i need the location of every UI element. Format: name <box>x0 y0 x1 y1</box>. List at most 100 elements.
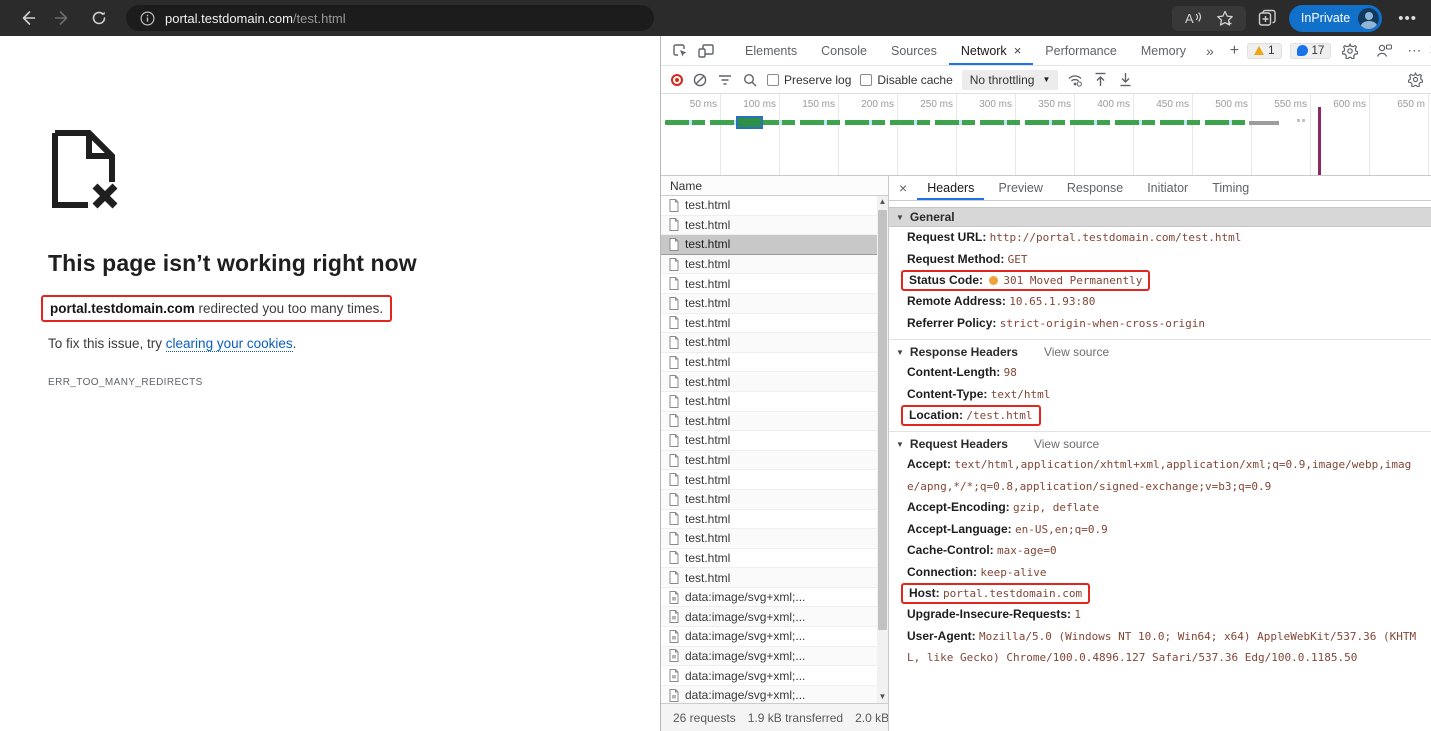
more-tabs-button[interactable]: » <box>1198 43 1222 59</box>
devtools-settings-button[interactable] <box>1339 41 1361 61</box>
scroll-down-icon[interactable]: ▼ <box>877 691 888 703</box>
request-row[interactable]: test.html <box>661 353 888 373</box>
network-settings-button[interactable] <box>1407 72 1423 88</box>
collapse-triangle-icon[interactable]: ▼ <box>896 213 904 222</box>
document-file-icon <box>669 258 679 271</box>
timeline-tick-label: 250 ms <box>898 99 953 110</box>
fix-suggestion: To fix this issue, try clearing your coo… <box>48 336 660 351</box>
tab-sources[interactable]: Sources <box>879 36 949 65</box>
refresh-button[interactable] <box>86 5 112 31</box>
favorites-icon[interactable] <box>1216 10 1234 27</box>
request-row[interactable]: test.html <box>661 196 888 216</box>
tab-memory[interactable]: Memory <box>1129 36 1198 65</box>
request-row[interactable]: data:image/svg+xml;... <box>661 647 888 667</box>
tab-network[interactable]: Network× <box>949 36 1033 65</box>
request-row[interactable]: test.html <box>661 372 888 392</box>
request-row[interactable]: test.html <box>661 529 888 549</box>
disable-cache-checkbox[interactable]: Disable cache <box>860 73 952 87</box>
devtools-more-button[interactable]: ⋯ <box>1407 42 1421 59</box>
detail-tab-preview[interactable]: Preview <box>988 176 1052 200</box>
read-aloud-icon[interactable]: A <box>1184 10 1202 26</box>
preserve-log-checkbox[interactable]: Preserve log <box>767 73 851 87</box>
import-har-button[interactable] <box>1092 72 1108 88</box>
request-row[interactable]: test.html <box>661 392 888 412</box>
request-row[interactable]: test.html <box>661 255 888 275</box>
request-row[interactable]: test.html <box>661 470 888 490</box>
section-header[interactable]: ▼Response HeadersView source <box>889 342 1431 362</box>
request-row[interactable]: test.html <box>661 274 888 294</box>
export-har-button[interactable] <box>1117 72 1133 88</box>
request-row[interactable]: data:image/svg+xml;... <box>661 627 888 647</box>
section-header[interactable]: ▼Request HeadersView source <box>889 434 1431 454</box>
close-tool-icon[interactable]: × <box>1014 43 1022 58</box>
request-row[interactable]: test.html <box>661 431 888 451</box>
view-source-link[interactable]: View source <box>1034 437 1099 451</box>
detail-tab-headers[interactable]: Headers <box>917 176 984 200</box>
request-row[interactable]: data:image/svg+xml;... <box>661 686 888 703</box>
inprivate-badge[interactable]: InPrivate <box>1289 5 1382 32</box>
scrollbar-thumb[interactable] <box>878 210 887 630</box>
browser-menu-button[interactable]: ••• <box>1394 10 1421 27</box>
add-tool-button[interactable]: + <box>1222 42 1247 60</box>
request-row[interactable]: test.html <box>661 333 888 353</box>
close-detail-button[interactable]: × <box>899 180 907 196</box>
warnings-badge[interactable]: 1 <box>1247 43 1281 59</box>
network-conditions-button[interactable] <box>1067 72 1083 88</box>
detail-tab-response[interactable]: Response <box>1057 176 1133 200</box>
request-row[interactable]: test.html <box>661 451 888 471</box>
request-row[interactable]: test.html <box>661 568 888 588</box>
timeline-minor-marks <box>1297 119 1307 122</box>
request-name: data:image/svg+xml;... <box>685 610 805 624</box>
tab-elements[interactable]: Elements <box>733 36 809 65</box>
request-row[interactable]: test.html <box>661 314 888 334</box>
error-domain: portal.testdomain.com <box>50 301 195 316</box>
throttling-dropdown[interactable]: No throttling▼ <box>962 70 1059 90</box>
network-overview-timeline[interactable]: 50 ms100 ms150 ms200 ms250 ms300 ms350 m… <box>661 94 1431 176</box>
document-file-icon <box>669 238 679 251</box>
header-key: Connection: <box>907 565 980 579</box>
header-value: 10.65.1.93:80 <box>1009 295 1095 308</box>
back-button[interactable] <box>14 5 40 31</box>
tab-performance[interactable]: Performance <box>1033 36 1129 65</box>
record-network-log-button[interactable] <box>671 74 683 86</box>
request-row[interactable]: test.html <box>661 216 888 236</box>
request-row[interactable]: data:image/svg+xml;... <box>661 666 888 686</box>
clear-network-log-button[interactable] <box>692 72 708 88</box>
filter-button[interactable] <box>717 72 733 88</box>
view-source-link[interactable]: View source <box>1044 345 1109 359</box>
inspect-element-button[interactable] <box>669 41 691 61</box>
scroll-up-icon[interactable]: ▲ <box>877 196 888 208</box>
name-column-header[interactable]: Name <box>661 176 888 196</box>
device-toolbar-button[interactable] <box>695 41 717 61</box>
request-row[interactable]: data:image/svg+xml;... <box>661 588 888 608</box>
section-header[interactable]: ▼General <box>889 207 1431 227</box>
request-row[interactable]: test.html <box>661 235 888 255</box>
request-name: test.html <box>685 296 730 310</box>
detail-tab-timing[interactable]: Timing <box>1202 176 1259 200</box>
request-row[interactable]: test.html <box>661 549 888 569</box>
request-row[interactable]: data:image/svg+xml;... <box>661 607 888 627</box>
collections-icon[interactable] <box>1258 9 1277 27</box>
red-annotation-box: Status Code: 301 Moved Permanently <box>901 270 1150 291</box>
request-row[interactable]: test.html <box>661 412 888 432</box>
request-row[interactable]: test.html <box>661 490 888 510</box>
issues-icon <box>1297 45 1308 56</box>
detail-tab-initiator[interactable]: Initiator <box>1137 176 1198 200</box>
collapse-triangle-icon[interactable]: ▼ <box>896 348 904 357</box>
timeline-tick-label: 300 ms <box>957 99 1012 110</box>
issues-badge[interactable]: 17 <box>1290 43 1332 59</box>
search-button[interactable] <box>742 72 758 88</box>
request-row[interactable]: test.html <box>661 510 888 530</box>
forward-button[interactable] <box>50 5 76 31</box>
network-toolbar: Preserve log Disable cache No throttling… <box>661 66 1431 94</box>
clear-cookies-link[interactable]: clearing your cookies <box>166 336 293 352</box>
request-list-scrollbar[interactable]: ▲ ▼ <box>877 196 888 703</box>
collapse-triangle-icon[interactable]: ▼ <box>896 440 904 449</box>
network-summary-bar: 26 requests 1.9 kB transferred 2.0 kB re… <box>661 703 888 731</box>
document-file-icon <box>669 512 679 525</box>
request-row[interactable]: test.html <box>661 294 888 314</box>
request-name: test.html <box>685 198 730 212</box>
address-bar[interactable]: portal.testdomain.com/test.html <box>126 5 654 31</box>
tab-console[interactable]: Console <box>809 36 879 65</box>
feedback-button[interactable] <box>1373 41 1395 61</box>
